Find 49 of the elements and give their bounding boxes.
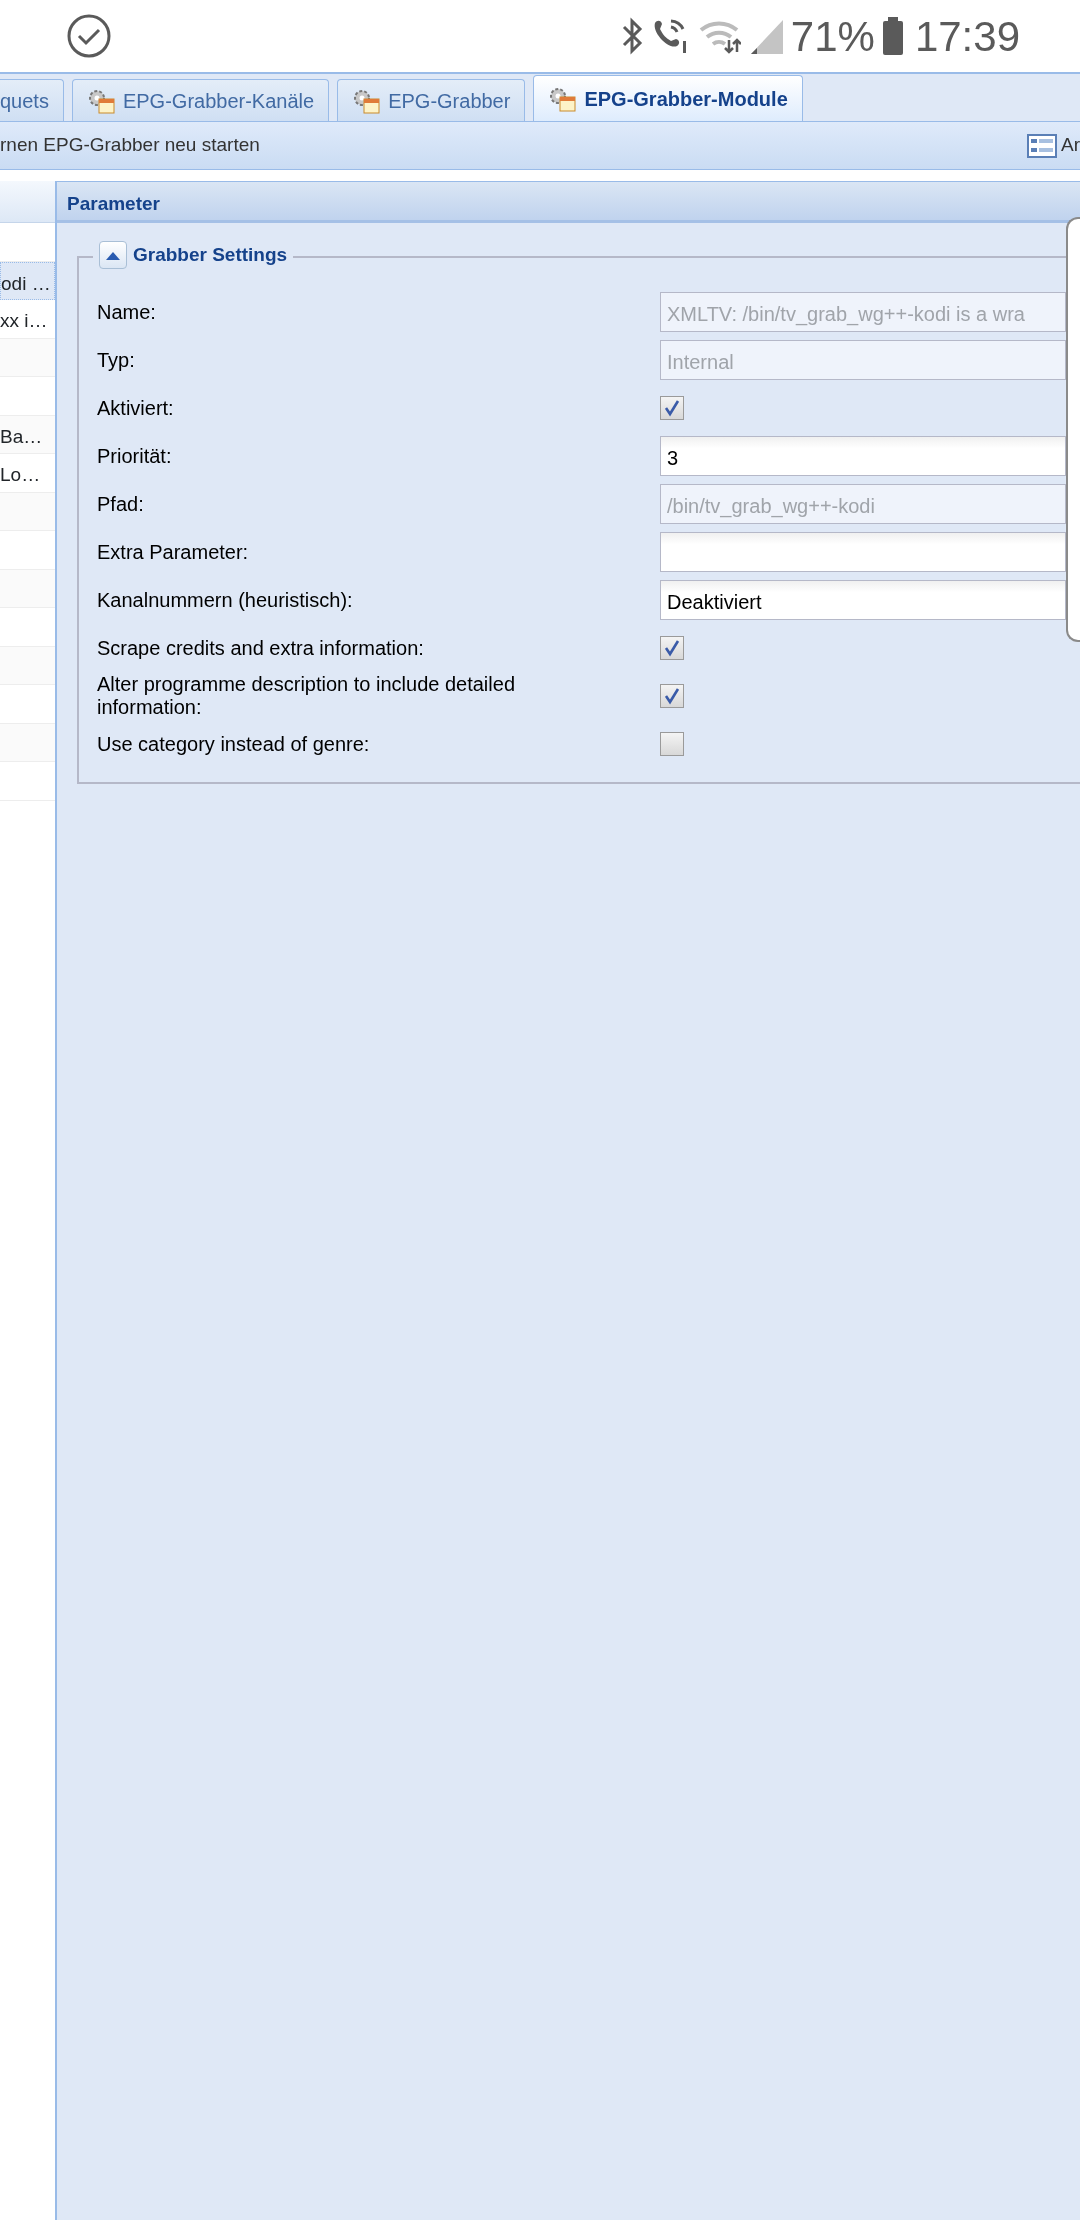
grid-row[interactable]: Ba… [0, 415, 55, 454]
tab[interactable]: EPG-Grabber [337, 79, 526, 121]
grid-row[interactable] [0, 723, 55, 762]
grid-row[interactable]: Lo… [0, 454, 55, 493]
view-button[interactable]: Ar [1027, 131, 1080, 160]
grid-cell: Lo… [0, 464, 41, 485]
field-label: Name: [97, 300, 157, 324]
restart-button[interactable]: rnen EPG-Grabber neu starten [0, 131, 260, 160]
checkbox[interactable] [660, 636, 684, 660]
battery-icon [882, 17, 903, 55]
field-label: Use category instead of genre: [97, 732, 371, 756]
field-label: Priorität: [97, 444, 173, 468]
grid-cell: odi … [1, 272, 51, 294]
clock-time: 17:39 [914, 11, 1020, 62]
checkbox[interactable] [660, 684, 684, 708]
grid-header [0, 181, 55, 223]
checkbox[interactable] [660, 396, 684, 420]
check-circle-icon [66, 13, 112, 59]
grid-cell: xx i… [0, 310, 48, 331]
field-label: Pfad: [97, 492, 145, 516]
field-label: Typ: [97, 348, 136, 372]
grid-row[interactable]: odi … [0, 261, 55, 300]
grid-row[interactable] [0, 492, 55, 531]
grid-cell: Ba… [0, 425, 43, 447]
input-field[interactable] [660, 532, 1066, 572]
field-label: Aktiviert: [97, 396, 175, 420]
grid-row[interactable] [0, 646, 55, 685]
caret-up-icon [106, 250, 120, 260]
field-label: Alter programme description to include detailed information: [97, 673, 516, 719]
battery-percent: 71% [790, 11, 875, 62]
tab[interactable]: EPG-Grabber-Kanäle [71, 79, 330, 121]
field-label: Scrape credits and extra information: [97, 636, 425, 660]
tab[interactable]: EPG-Grabber-Module [533, 75, 803, 121]
bluetooth-icon [620, 17, 643, 55]
checkbox[interactable] [660, 732, 684, 756]
fieldset-title: Grabber Settings [133, 243, 288, 267]
grid-row[interactable] [0, 569, 55, 608]
signal-icon [748, 18, 783, 54]
collapse-button[interactable] [99, 241, 127, 270]
wifi-icon [698, 18, 741, 54]
tab[interactable]: quets [0, 79, 64, 121]
input-field[interactable]: Deaktiviert [660, 580, 1066, 620]
input-field[interactable]: 3 [660, 436, 1066, 476]
field-label: Extra Parameter: [97, 540, 250, 564]
list-icon [1027, 133, 1057, 158]
field-label: Kanalnummern (heuristisch): [97, 588, 354, 612]
panel-title: Parameter [57, 181, 1080, 223]
grid-row[interactable] [0, 338, 55, 377]
grid-row[interactable]: xx i… [0, 300, 55, 339]
